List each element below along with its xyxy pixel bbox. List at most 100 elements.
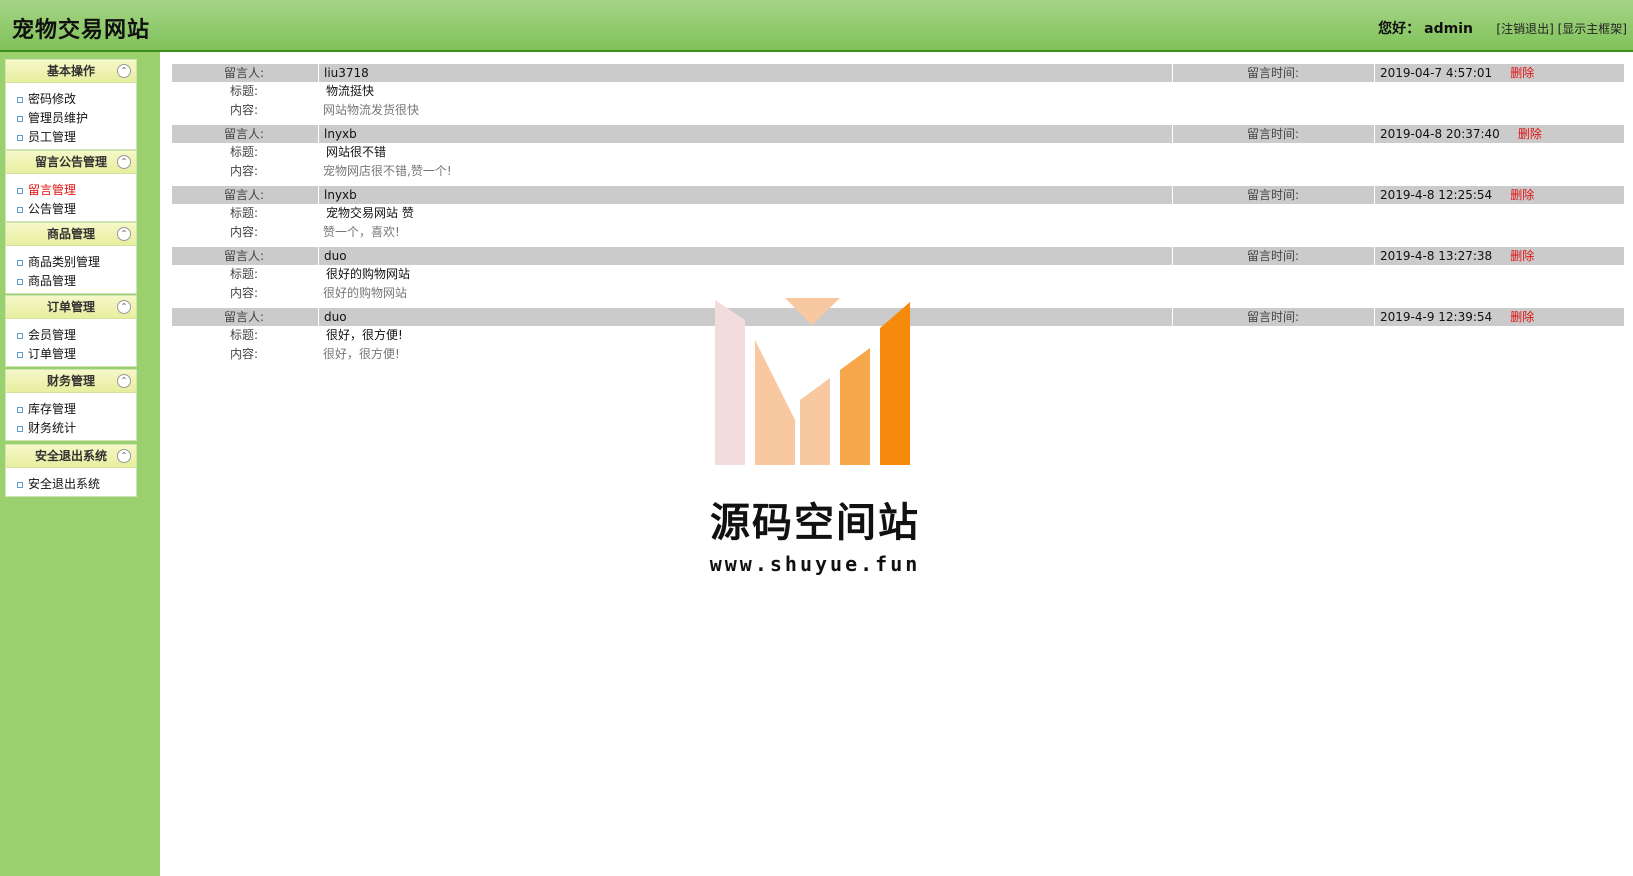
menu-group-title: 留言公告管理 <box>34 155 107 169</box>
sidebar-item-label: 密码修改 <box>28 92 77 106</box>
collapse-icon[interactable]: ⌃ <box>117 227 131 241</box>
menu-group-title: 商品管理 <box>46 227 95 241</box>
bullet-icon <box>17 352 23 358</box>
collapse-icon[interactable]: ⌃ <box>117 155 131 169</box>
menu-group-orders: 订单管理 ⌃ 会员管理 订单管理 <box>5 295 137 367</box>
title-label: 标题: <box>229 84 259 98</box>
message-entry: 留言人: lnyxb 留言时间: 2019-04-8 20:37:40 删除 标题… <box>172 125 1624 181</box>
message-content: 赞一个，喜欢! <box>323 225 400 239</box>
user-greeting: 您好： admin <box>1378 18 1473 38</box>
delete-link[interactable]: 删除 <box>1518 127 1542 141</box>
logout-link[interactable]: [注销退出] <box>1496 22 1553 36</box>
sidebar-item-members[interactable]: 会员管理 <box>6 326 136 345</box>
menu-group-header[interactable]: 商品管理 ⌃ <box>6 223 136 246</box>
menu-group-header[interactable]: 基本操作 ⌃ <box>6 60 136 83</box>
message-content: 很好的购物网站 <box>323 286 408 300</box>
menu-group-header[interactable]: 安全退出系统 ⌃ <box>6 445 136 468</box>
message-title: 网站很不错 <box>326 145 387 159</box>
sidebar-item-label: 管理员维护 <box>28 111 89 125</box>
username: admin <box>1424 21 1473 37</box>
message-time: 2019-4-8 13:27:38 <box>1380 249 1493 263</box>
message-time-cell: 2019-04-7 4:57:01 删除 <box>1374 64 1630 82</box>
title-label: 标题: <box>229 206 259 220</box>
sidebar-item-label: 留言管理 <box>28 183 77 197</box>
content-label: 内容: <box>229 225 259 239</box>
content-row: 内容: 网站物流发货很快 <box>172 101 1624 120</box>
message-header-row: 留言人: duo 留言时间: 2019-4-9 12:39:54 删除 <box>172 308 1624 326</box>
menu-group-goods: 商品管理 ⌃ 商品类别管理 商品管理 <box>5 222 137 294</box>
sidebar-item-notice-mgmt[interactable]: 公告管理 <box>6 200 136 219</box>
sidebar-item-exit[interactable]: 安全退出系统 <box>6 475 136 494</box>
message-title: 很好，很方便! <box>326 328 403 342</box>
show-frame-link[interactable]: [显示主框架] <box>1558 22 1627 36</box>
message-title: 很好的购物网站 <box>326 267 411 281</box>
menu-group-header[interactable]: 财务管理 ⌃ <box>6 370 136 393</box>
delete-link[interactable]: 删除 <box>1510 66 1534 80</box>
title-label: 标题: <box>229 267 259 281</box>
sidebar-item-message-mgmt[interactable]: 留言管理 <box>6 181 136 200</box>
menu-group-title: 订单管理 <box>46 300 95 314</box>
message-title: 物流挺快 <box>326 84 375 98</box>
author-label: 留言人: <box>223 310 265 324</box>
author-label: 留言人: <box>223 188 265 202</box>
bullet-icon <box>17 407 23 413</box>
sidebar-item-goods[interactable]: 商品管理 <box>6 272 136 291</box>
sidebar-item-label: 财务统计 <box>28 421 77 435</box>
message-list: 留言人: liu3718 留言时间: 2019-04-7 4:57:01 删除 标… <box>172 64 1624 369</box>
content-row: 内容: 很好，很方便! <box>172 345 1624 364</box>
sidebar-item-label: 商品类别管理 <box>28 255 101 269</box>
sidebar-item-staff[interactable]: 员工管理 <box>6 128 136 147</box>
menu-group-exit: 安全退出系统 ⌃ 安全退出系统 <box>5 444 137 497</box>
sidebar-item-label: 库存管理 <box>28 402 77 416</box>
menu-group-title: 基本操作 <box>46 64 95 78</box>
wm-bar-1 <box>800 378 830 465</box>
message-author: liu3718 <box>318 64 1174 82</box>
sidebar-item-orders[interactable]: 订单管理 <box>6 345 136 364</box>
sidebar-item-finance-stats[interactable]: 财务统计 <box>6 419 136 438</box>
content-label: 内容: <box>229 286 259 300</box>
content-label: 内容: <box>229 347 259 361</box>
message-header-row: 留言人: lnyxb 留言时间: 2019-4-8 12:25:54 删除 <box>172 186 1624 204</box>
collapse-icon[interactable]: ⌃ <box>117 449 131 463</box>
collapse-icon[interactable]: ⌃ <box>117 374 131 388</box>
top-header: 宠物交易网站 您好： admin [注销退出] [显示主框架] <box>0 0 1633 52</box>
bullet-icon <box>17 207 23 213</box>
message-entry: 留言人: duo 留言时间: 2019-4-9 12:39:54 删除 标题: 很好… <box>172 308 1624 364</box>
delete-link[interactable]: 删除 <box>1510 188 1534 202</box>
title-label: 标题: <box>229 145 259 159</box>
time-label: 留言时间: <box>1172 308 1373 326</box>
delete-link[interactable]: 删除 <box>1510 310 1534 324</box>
bullet-icon <box>17 260 23 266</box>
time-label: 留言时间: <box>1172 186 1373 204</box>
title-row: 标题: 很好，很方便! <box>172 326 1624 345</box>
message-author: duo <box>318 308 1174 326</box>
title-label: 标题: <box>229 328 259 342</box>
collapse-icon[interactable]: ⌃ <box>117 300 131 314</box>
message-entry: 留言人: duo 留言时间: 2019-4-8 13:27:38 删除 标题: 很好… <box>172 247 1624 303</box>
delete-link[interactable]: 删除 <box>1510 249 1534 263</box>
title-row: 标题: 宠物交易网站 赞 <box>172 204 1624 223</box>
bullet-icon <box>17 116 23 122</box>
time-label: 留言时间: <box>1172 64 1373 82</box>
collapse-icon[interactable]: ⌃ <box>117 64 131 78</box>
content-row: 内容: 很好的购物网站 <box>172 284 1624 303</box>
author-label: 留言人: <box>223 249 265 263</box>
message-entry: 留言人: lnyxb 留言时间: 2019-4-8 12:25:54 删除 标题:… <box>172 186 1624 242</box>
sidebar-item-category[interactable]: 商品类别管理 <box>6 253 136 272</box>
sidebar-item-inventory[interactable]: 库存管理 <box>6 400 136 419</box>
message-content: 很好，很方便! <box>323 347 400 361</box>
sidebar-item-label: 公告管理 <box>28 202 77 216</box>
menu-group-header[interactable]: 留言公告管理 ⌃ <box>6 151 136 174</box>
message-header-row: 留言人: liu3718 留言时间: 2019-04-7 4:57:01 删除 <box>172 64 1624 82</box>
sidebar-item-label: 商品管理 <box>28 274 77 288</box>
bullet-icon <box>17 97 23 103</box>
message-time: 2019-04-7 4:57:01 <box>1380 66 1493 80</box>
title-row: 标题: 网站很不错 <box>172 143 1624 162</box>
message-author: lnyxb <box>318 186 1174 204</box>
sidebar-item-label: 会员管理 <box>28 328 77 342</box>
sidebar-item-admins[interactable]: 管理员维护 <box>6 109 136 128</box>
sidebar-item-password[interactable]: 密码修改 <box>6 90 136 109</box>
menu-group-header[interactable]: 订单管理 ⌃ <box>6 296 136 319</box>
watermark-name: 源码空间站 <box>710 500 920 546</box>
author-label: 留言人: <box>223 66 265 80</box>
